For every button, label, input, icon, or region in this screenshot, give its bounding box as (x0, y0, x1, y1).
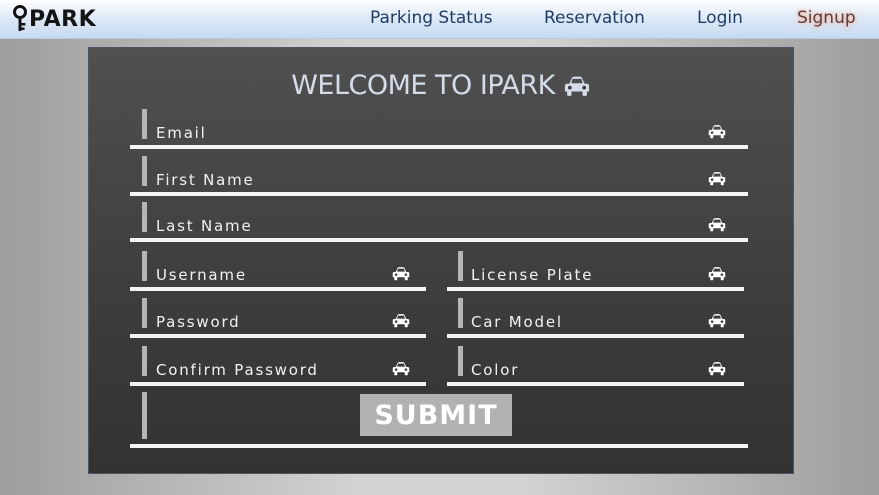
last-name-label: Last Name (156, 217, 253, 235)
field-underline (130, 192, 748, 196)
field-underline (130, 287, 426, 291)
license-plate-field[interactable]: License Plate (447, 251, 744, 291)
field-marker (142, 392, 147, 439)
top-navbar: PARK Parking Status Reservation Login Si… (0, 0, 879, 39)
field-underline (447, 382, 744, 386)
car-icon (708, 266, 726, 281)
field-underline (130, 382, 426, 386)
key-icon (13, 5, 27, 31)
field-marker (142, 346, 147, 376)
logo-text: PARK (29, 6, 97, 32)
username-label: Username (156, 266, 247, 284)
field-underline (130, 334, 426, 338)
form-title: WELCOME TO IPARK (89, 70, 793, 101)
field-marker (142, 298, 147, 328)
car-icon (392, 313, 410, 328)
nav-signup[interactable]: Signup (797, 8, 856, 28)
field-underline (130, 444, 748, 448)
field-marker (458, 346, 463, 376)
field-underline (447, 287, 744, 291)
confirm-password-field[interactable]: Confirm Password (130, 346, 426, 386)
car-icon (708, 124, 726, 139)
car-icon (392, 266, 410, 281)
submit-row: SUBMIT (130, 392, 748, 448)
submit-button[interactable]: SUBMIT (360, 394, 512, 436)
first-name-label: First Name (156, 171, 255, 189)
color-field[interactable]: Color (447, 346, 744, 386)
nav-login[interactable]: Login (697, 8, 743, 28)
car-icon (392, 361, 410, 376)
field-marker (142, 109, 147, 139)
nav-parking-status[interactable]: Parking Status (370, 8, 493, 28)
car-icon (708, 313, 726, 328)
first-name-field[interactable]: First Name (130, 156, 748, 196)
last-name-field[interactable]: Last Name (130, 202, 748, 242)
email-field[interactable]: Email (130, 109, 748, 149)
username-field[interactable]: Username (130, 251, 426, 291)
license-plate-label: License Plate (471, 266, 594, 284)
password-label: Password (156, 313, 241, 331)
car-icon (708, 171, 726, 186)
car-icon (708, 217, 726, 232)
car-model-label: Car Model (471, 313, 563, 331)
field-marker (142, 202, 147, 232)
form-title-text: WELCOME TO IPARK (291, 70, 555, 101)
password-field[interactable]: Password (130, 298, 426, 338)
field-marker (142, 251, 147, 281)
field-marker (458, 251, 463, 281)
email-label: Email (156, 124, 207, 142)
car-icon (563, 75, 591, 97)
field-underline (130, 238, 748, 242)
confirm-password-label: Confirm Password (156, 361, 319, 379)
car-model-field[interactable]: Car Model (447, 298, 744, 338)
field-marker (458, 298, 463, 328)
ipark-logo[interactable]: PARK (12, 4, 96, 34)
field-marker (142, 156, 147, 186)
field-underline (130, 145, 748, 149)
car-icon (708, 361, 726, 376)
signup-form-panel: WELCOME TO IPARK Email First Name Last N… (88, 47, 794, 474)
field-underline (447, 334, 744, 338)
color-label: Color (471, 361, 520, 379)
nav-reservation[interactable]: Reservation (544, 8, 645, 28)
